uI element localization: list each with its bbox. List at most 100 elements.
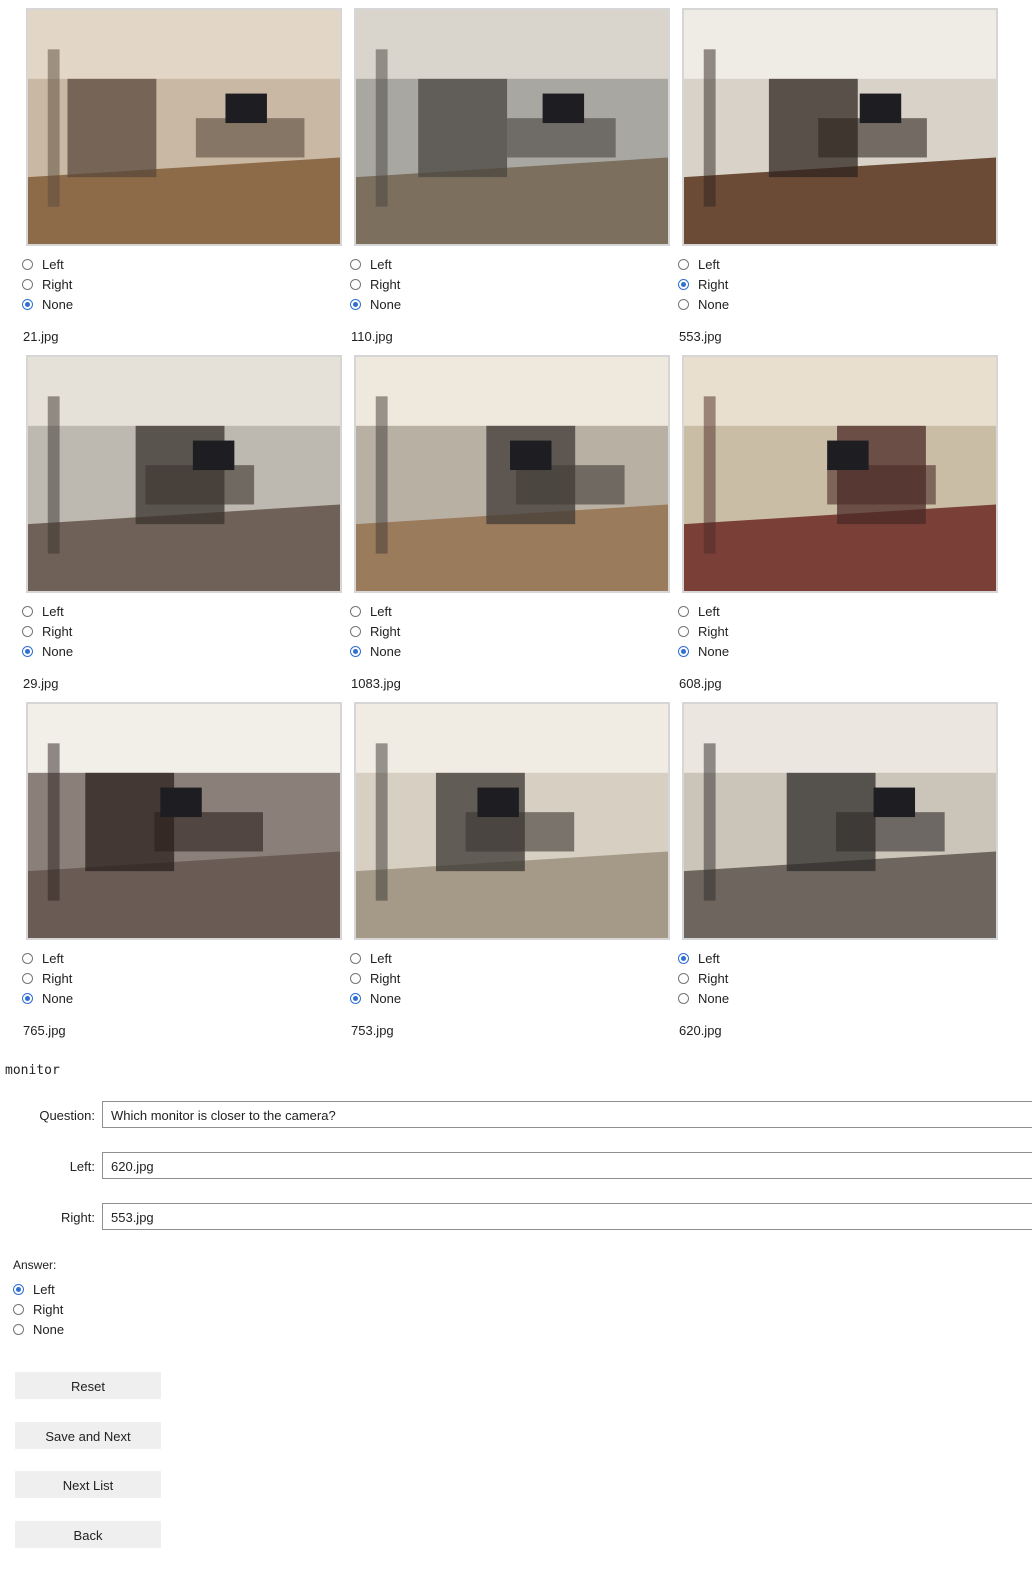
option-none[interactable]: None bbox=[678, 294, 729, 314]
answer-option-left[interactable]: Left bbox=[13, 1279, 64, 1299]
right-input[interactable]: 553.jpg bbox=[102, 1203, 1032, 1230]
option-label: Left bbox=[370, 603, 392, 619]
option-right[interactable]: Right bbox=[678, 968, 729, 988]
radio-button[interactable] bbox=[678, 605, 689, 617]
radio-button[interactable] bbox=[350, 605, 361, 617]
radio-button[interactable] bbox=[22, 992, 33, 1004]
radio-button[interactable] bbox=[22, 972, 33, 984]
option-none[interactable]: None bbox=[678, 988, 729, 1008]
radio-button[interactable] bbox=[350, 278, 361, 290]
option-left[interactable]: Left bbox=[350, 948, 401, 968]
office-desk-photo bbox=[682, 702, 998, 940]
radio-button[interactable] bbox=[678, 972, 689, 984]
option-none[interactable]: None bbox=[22, 294, 73, 314]
radio-button[interactable] bbox=[678, 992, 689, 1004]
answer-label: Answer: bbox=[13, 1258, 57, 1272]
option-label: None bbox=[42, 990, 74, 1006]
next-list-button[interactable]: Next List bbox=[15, 1471, 161, 1498]
kitchen-stove-photo bbox=[354, 702, 670, 940]
option-left[interactable]: Left bbox=[22, 601, 73, 621]
option-right[interactable]: Right bbox=[678, 621, 729, 641]
option-right[interactable]: Right bbox=[22, 274, 73, 294]
radio-button[interactable] bbox=[350, 298, 361, 310]
radio-button[interactable] bbox=[350, 952, 361, 964]
option-label: None bbox=[42, 296, 74, 312]
radio-button[interactable] bbox=[678, 952, 689, 964]
radio-button[interactable] bbox=[678, 258, 689, 270]
save-and-next-button[interactable]: Save and Next bbox=[15, 1422, 161, 1449]
file-name: 110.jpg bbox=[351, 329, 393, 344]
option-label: Left bbox=[698, 256, 720, 272]
office-photo bbox=[26, 8, 342, 246]
file-name: 29.jpg bbox=[23, 676, 59, 691]
radio-button[interactable] bbox=[678, 625, 689, 637]
option-left[interactable]: Left bbox=[678, 254, 729, 274]
radio-button[interactable] bbox=[22, 605, 33, 617]
option-label: Left bbox=[370, 950, 392, 966]
radio-button[interactable] bbox=[350, 625, 361, 637]
option-radio-group: Left Right None bbox=[350, 601, 401, 661]
radio-button[interactable] bbox=[22, 645, 33, 657]
option-radio-group: Left Right None bbox=[678, 254, 729, 314]
option-none[interactable]: None bbox=[22, 988, 73, 1008]
option-none[interactable]: None bbox=[350, 641, 401, 661]
left-input[interactable]: 620.jpg bbox=[102, 1152, 1032, 1179]
option-left[interactable]: Left bbox=[678, 948, 729, 968]
file-name: 21.jpg bbox=[23, 329, 59, 344]
radio-button[interactable] bbox=[22, 298, 33, 310]
option-right[interactable]: Right bbox=[678, 274, 729, 294]
left-label: Left: bbox=[69, 1159, 95, 1174]
option-right[interactable]: Right bbox=[350, 968, 401, 988]
radio-button[interactable] bbox=[13, 1323, 24, 1335]
file-name: 608.jpg bbox=[679, 676, 722, 691]
back-button[interactable]: Back bbox=[15, 1521, 161, 1548]
option-left[interactable]: Left bbox=[22, 948, 73, 968]
file-name: 553.jpg bbox=[679, 329, 722, 344]
radio-button[interactable] bbox=[350, 645, 361, 657]
reset-button[interactable]: Reset bbox=[15, 1372, 161, 1399]
office-chair-photo bbox=[682, 355, 998, 593]
option-right[interactable]: Right bbox=[22, 621, 73, 641]
option-label: Left bbox=[42, 256, 64, 272]
option-radio-group: Left Right None bbox=[350, 254, 401, 314]
radio-button[interactable] bbox=[350, 992, 361, 1004]
radio-button[interactable] bbox=[22, 258, 33, 270]
radio-button[interactable] bbox=[13, 1303, 24, 1315]
question-input[interactable]: Which monitor is closer to the camera? bbox=[102, 1101, 1032, 1128]
option-left[interactable]: Left bbox=[678, 601, 729, 621]
option-left[interactable]: Left bbox=[350, 254, 401, 274]
option-none[interactable]: None bbox=[350, 294, 401, 314]
option-left[interactable]: Left bbox=[350, 601, 401, 621]
radio-button[interactable] bbox=[678, 278, 689, 290]
option-none[interactable]: None bbox=[678, 641, 729, 661]
answer-option-label: None bbox=[33, 1321, 65, 1337]
option-radio-group: Left Right None bbox=[22, 254, 73, 314]
option-label: Left bbox=[42, 603, 64, 619]
option-right[interactable]: Right bbox=[350, 274, 401, 294]
option-right[interactable]: Right bbox=[350, 621, 401, 641]
radio-button[interactable] bbox=[22, 278, 33, 290]
option-none[interactable]: None bbox=[350, 988, 401, 1008]
option-label: Right bbox=[42, 970, 73, 986]
option-label: Right bbox=[698, 623, 729, 639]
option-right[interactable]: Right bbox=[22, 968, 73, 988]
radio-button[interactable] bbox=[350, 972, 361, 984]
option-radio-group: Left Right None bbox=[22, 948, 73, 1008]
radio-button[interactable] bbox=[678, 298, 689, 310]
answer-option-none[interactable]: None bbox=[13, 1319, 64, 1339]
radio-button[interactable] bbox=[22, 625, 33, 637]
answer-option-label: Left bbox=[33, 1281, 55, 1297]
option-label: None bbox=[698, 990, 730, 1006]
radio-button[interactable] bbox=[350, 258, 361, 270]
radio-button[interactable] bbox=[22, 952, 33, 964]
option-none[interactable]: None bbox=[22, 641, 73, 661]
answer-option-right[interactable]: Right bbox=[13, 1299, 64, 1319]
file-name: 765.jpg bbox=[23, 1023, 66, 1038]
option-label: Right bbox=[42, 623, 73, 639]
radio-button[interactable] bbox=[678, 645, 689, 657]
option-label: Left bbox=[698, 603, 720, 619]
target-object-label: monitor bbox=[5, 1063, 60, 1078]
radio-button[interactable] bbox=[13, 1283, 24, 1295]
option-label: Left bbox=[42, 950, 64, 966]
option-left[interactable]: Left bbox=[22, 254, 73, 274]
